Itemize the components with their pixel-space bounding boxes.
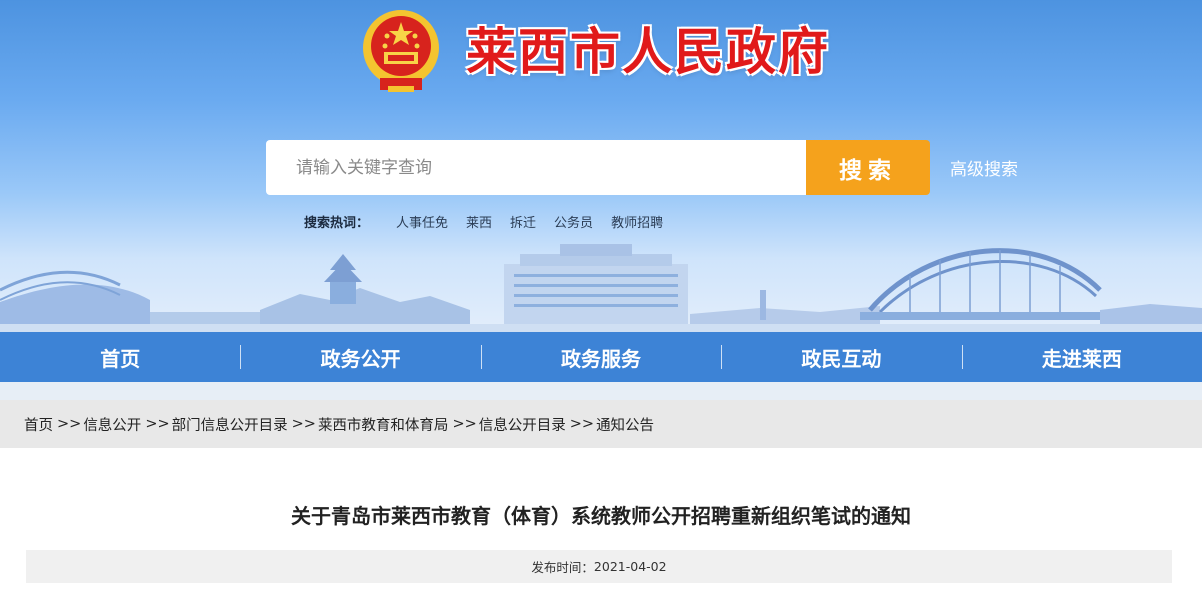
nav-item-government-affairs[interactable]: 政务公开 <box>240 332 480 382</box>
main-navigation: 首页 政务公开 政务服务 政民互动 走进莱西 <box>0 332 1202 382</box>
nav-item-about-laixi[interactable]: 走进莱西 <box>961 332 1202 382</box>
hot-search-label: 搜索热词： <box>304 216 370 231</box>
breadcrumb-notices[interactable]: 通知公告 <box>596 414 654 435</box>
publish-date: 2021-04-02 <box>593 559 667 574</box>
national-emblem-icon <box>363 10 439 92</box>
nav-divider-strip <box>0 382 1202 400</box>
publish-time-label: 发布时间： <box>531 560 594 575</box>
breadcrumb-info-disclosure[interactable]: 信息公开 <box>83 414 141 435</box>
city-skyline-illustration <box>0 244 1202 332</box>
site-title: 莱西市人民政府 <box>466 23 830 81</box>
hot-term-link[interactable]: 教师招聘 <box>611 212 663 231</box>
hot-term-link[interactable]: 人事任免 <box>396 212 448 231</box>
nav-item-home[interactable]: 首页 <box>0 332 240 382</box>
header-banner: 莱西市人民政府 搜索 高级搜索 搜索热词： 人事任免 莱西 拆迁 公务员 教师招… <box>0 0 1202 332</box>
breadcrumb-separator: >> <box>291 416 316 432</box>
breadcrumb-separator: >> <box>569 416 595 432</box>
nav-item-public-interaction[interactable]: 政民互动 <box>721 332 961 382</box>
hot-term-link[interactable]: 拆迁 <box>510 212 536 231</box>
hot-search-terms: 人事任免 莱西 拆迁 公务员 教师招聘 <box>396 212 663 231</box>
article-meta-bar: 发布时间： 2021-04-02 <box>26 550 1172 583</box>
advanced-search-link[interactable]: 高级搜索 <box>950 155 1018 180</box>
breadcrumb-separator: >> <box>57 416 82 432</box>
breadcrumb-info-catalog[interactable]: 信息公开目录 <box>479 414 566 435</box>
hot-term-link[interactable]: 公务员 <box>554 212 593 231</box>
breadcrumb-home[interactable]: 首页 <box>24 414 53 435</box>
article-title: 关于青岛市莱西市教育（体育）系统教师公开招聘重新组织笔试的通知 <box>291 504 911 528</box>
hot-term-link[interactable]: 莱西 <box>466 212 492 231</box>
breadcrumb-department-catalog[interactable]: 部门信息公开目录 <box>172 414 288 435</box>
breadcrumb-education-bureau[interactable]: 莱西市教育和体育局 <box>318 414 449 435</box>
breadcrumb-separator: >> <box>145 416 170 432</box>
breadcrumb: 首页 >> 信息公开 >> 部门信息公开目录 >> 莱西市教育和体育局 >> 信… <box>0 400 1202 448</box>
nav-item-government-services[interactable]: 政务服务 <box>480 332 721 382</box>
search-button[interactable]: 搜索 <box>806 140 930 195</box>
search-input[interactable] <box>266 140 806 195</box>
breadcrumb-separator: >> <box>452 416 477 432</box>
